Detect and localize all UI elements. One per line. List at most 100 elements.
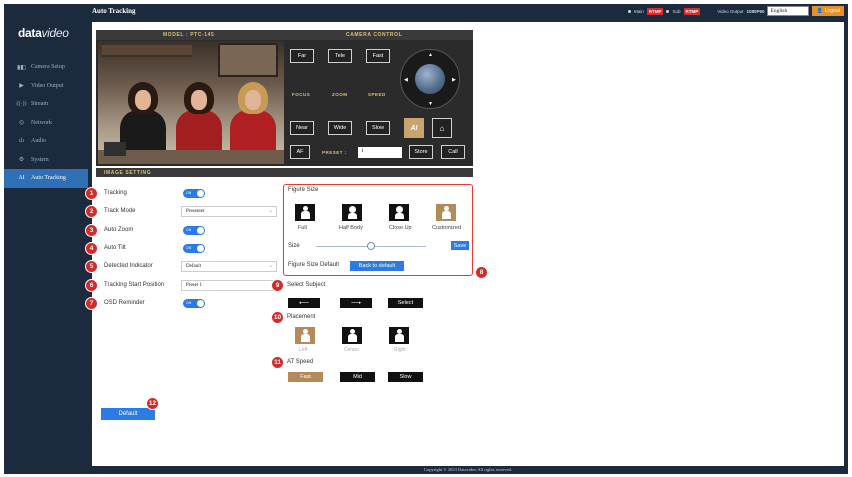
home-button[interactable]: ⌂ — [432, 118, 452, 138]
joystick-ball[interactable] — [415, 64, 445, 94]
user-icon: 👤 — [816, 8, 823, 14]
background-shelf — [102, 45, 192, 57]
badge-6: 6 — [85, 279, 98, 292]
detected-indicator-label: Detected Indicator — [104, 263, 153, 269]
sidebar-item-system[interactable]: ⚙ System — [4, 151, 88, 170]
osd-reminder-toggle[interactable]: ON — [183, 299, 205, 308]
figure-close-up-button[interactable] — [389, 204, 409, 221]
tracking-start-value: Preset 1 — [186, 283, 202, 288]
figure-half-body-button[interactable] — [342, 204, 362, 221]
image-setting-label: IMAGE SETTING — [104, 169, 152, 176]
store-button[interactable]: Store — [409, 145, 433, 159]
badge-12: 12 — [146, 397, 159, 410]
sidebar-item-label: Network — [31, 119, 52, 126]
speed-mid-button[interactable]: Mid — [340, 372, 375, 382]
placement-right-button[interactable] — [389, 327, 409, 344]
arrow-left-icon[interactable]: ◀ — [404, 77, 408, 83]
subject-prev-button[interactable]: ⟵ — [288, 298, 320, 308]
sidebar-item-audio[interactable]: ılı Audio — [4, 132, 88, 151]
preset-input[interactable]: 1 — [358, 147, 402, 158]
default-button[interactable]: Default — [101, 408, 155, 420]
select-subject-title: Select Subject — [287, 282, 326, 288]
near-button[interactable]: Near — [290, 121, 314, 135]
sidebar-item-stream[interactable]: ((·)) Stream — [4, 95, 88, 114]
size-label: Size — [288, 243, 300, 249]
auto-zoom-toggle[interactable]: ON — [183, 226, 205, 235]
arrow-right-icon: ⟶ — [350, 300, 362, 307]
background-picture — [218, 43, 278, 77]
figure-half-body-label: Half Body — [339, 225, 363, 231]
logout-button[interactable]: 👤 Logout — [812, 6, 844, 16]
datavideo-logo: datavideo — [18, 26, 69, 40]
tele-button[interactable]: Tele — [328, 49, 352, 63]
chevron-down-icon: ⌄ — [268, 264, 273, 269]
badge-5: 5 — [85, 260, 98, 273]
tracking-start-select[interactable]: Preset 1 — [181, 280, 277, 291]
sidebar-item-camera-setup[interactable]: ▮◧ Camera Setup — [4, 58, 88, 77]
slow-button[interactable]: Slow — [366, 121, 390, 135]
ai-label: AI — [410, 124, 418, 132]
arrow-right-icon[interactable]: ▶ — [452, 77, 456, 83]
subject-next-button[interactable]: ⟶ — [340, 298, 372, 308]
sidebar-item-network[interactable]: ◎ Network — [4, 114, 88, 133]
badge-10: 10 — [271, 311, 284, 324]
figure-size-title: Figure Size — [288, 187, 319, 193]
tracking-label: Tracking — [104, 190, 127, 196]
auto-tilt-toggle[interactable]: ON — [183, 244, 205, 253]
track-mode-label: Track Mode — [104, 208, 136, 214]
person-center — [176, 82, 222, 156]
sidebar-item-auto-tracking[interactable]: AI Auto Tracking — [4, 169, 88, 188]
toggle-on-text: ON — [186, 190, 192, 195]
person-left — [120, 82, 166, 156]
arrow-left-icon: ⟵ — [298, 300, 310, 307]
ptz-joystick[interactable]: ▲ ▼ ◀ ▶ — [400, 49, 460, 109]
video-output-icon: ▶ — [19, 83, 24, 90]
speed-fast-button[interactable]: Fast — [288, 372, 323, 382]
main-rtmp-badge: RTMP — [646, 7, 664, 15]
sidebar-item-video-output[interactable]: ▶ Video Output — [4, 77, 88, 96]
track-mode-select[interactable]: Presenter ⌄ — [181, 206, 277, 217]
af-button[interactable]: AF — [290, 145, 310, 159]
ai-tracking-button[interactable]: AI — [404, 118, 424, 138]
arrow-up-icon[interactable]: ▲ — [428, 52, 433, 58]
system-icon: ⚙ — [18, 157, 25, 164]
tracking-toggle[interactable]: ON — [183, 189, 205, 198]
person-full-icon — [300, 206, 310, 219]
placement-title: Placement — [287, 314, 316, 320]
preset-label: PRESET : — [322, 150, 347, 155]
wide-button[interactable]: Wide — [328, 121, 352, 135]
badge-4: 4 — [85, 242, 98, 255]
badge-1: 1 — [85, 187, 98, 200]
badge-3: 3 — [85, 224, 98, 237]
arrow-down-icon[interactable]: ▼ — [428, 101, 433, 107]
camera-panel-header: MODEL : PTC-145 CAMERA CONTROL — [96, 30, 473, 40]
speed-label: SPEED — [368, 92, 386, 97]
far-button[interactable]: Far — [290, 49, 314, 63]
detected-indicator-select[interactable]: Default ⌄ — [181, 261, 277, 272]
call-button[interactable]: Call — [441, 145, 465, 159]
auto-zoom-label: Auto Zoom — [104, 227, 134, 233]
figure-customized-button[interactable] — [436, 204, 456, 221]
placement-center-button[interactable] — [342, 327, 362, 344]
person-custom-icon — [441, 206, 451, 219]
language-select[interactable]: English — [767, 6, 810, 16]
fast-button[interactable]: Fast — [366, 49, 390, 63]
figure-full-label: Full — [298, 225, 307, 231]
footer-copyright: Copyright © 2023 Datavideo All rights re… — [423, 467, 513, 472]
figure-full-button[interactable] — [295, 204, 315, 221]
size-slider-knob[interactable] — [367, 242, 375, 250]
auto-tracking-icon: AI — [18, 175, 25, 182]
subject-select-button[interactable]: Select — [388, 298, 423, 308]
speed-slow-button[interactable]: Slow — [388, 372, 423, 382]
sidebar: datavideo ▮◧ Camera Setup ▶ Video Output (… — [4, 4, 88, 474]
osd-reminder-label: OSD Reminder — [104, 300, 145, 306]
placement-left-button[interactable] — [295, 327, 315, 344]
sidebar-item-label: Audio — [31, 138, 46, 145]
back-to-default-button[interactable]: Back to default — [350, 261, 404, 271]
save-button[interactable]: Save — [451, 241, 469, 250]
stream-icon: ((·)) — [16, 101, 27, 108]
toggle-on-text: ON — [186, 227, 192, 232]
home-icon: ⌂ — [439, 123, 445, 133]
sidebar-item-label: Auto Tracking — [31, 175, 66, 182]
badge-2: 2 — [85, 205, 98, 218]
